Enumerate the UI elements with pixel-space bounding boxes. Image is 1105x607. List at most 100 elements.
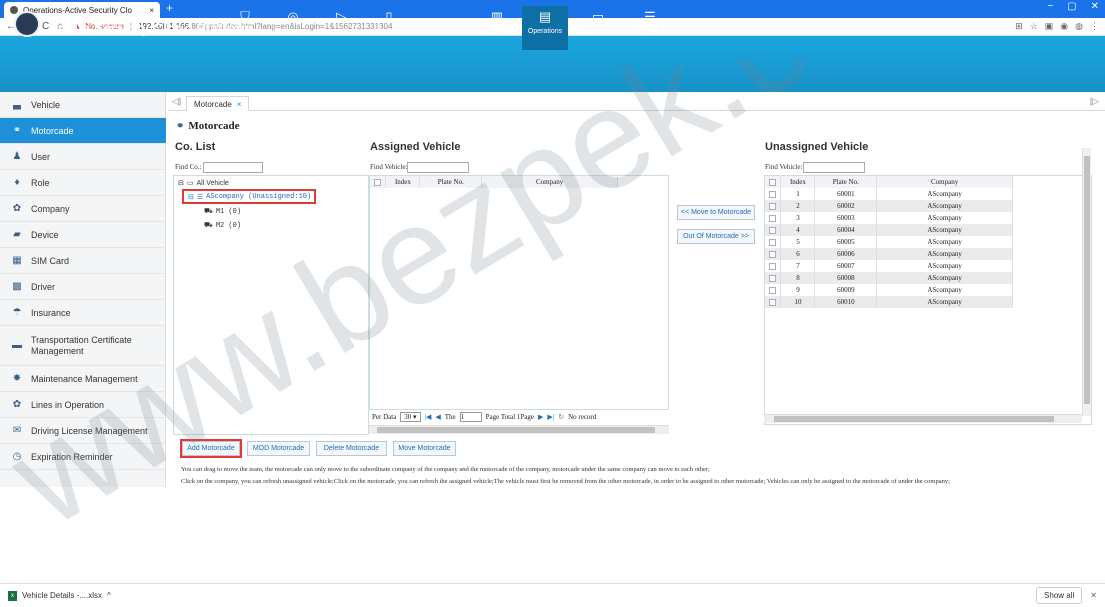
unassigned-vscroll[interactable] [1082,148,1091,416]
row-checkbox[interactable] [769,226,777,234]
row-checkbox[interactable] [769,274,777,282]
table-row[interactable]: 9 60009 AScompany [765,284,1013,296]
row-checkbox[interactable] [769,214,777,222]
nav-rules[interactable]: ▭ Rules [575,6,621,50]
chevron-up-icon[interactable]: ^ [107,591,111,600]
per-page-select[interactable]: 30 ▾ [400,412,421,422]
chrome-extension-icon[interactable]: ◉ [1060,21,1068,32]
close-icon[interactable]: × [237,100,242,109]
table-row[interactable]: 1 60001 AScompany [765,188,1013,200]
cell-index: 8 [780,272,816,284]
close-tab-icon[interactable]: × [149,6,154,15]
assigned-find-label: Find Vehicle: [370,163,408,171]
cell-plate: 60007 [814,260,878,272]
cell-company: AScompany [876,200,1013,212]
table-row[interactable]: 4 60004 AScompany [765,224,1013,236]
assigned-hscroll[interactable] [369,425,669,434]
colist-search-input[interactable] [203,162,263,173]
move-to-motorcade-button[interactable]: << Move to Motorcade [677,205,755,220]
table-row[interactable]: 7 60007 AScompany [765,260,1013,272]
tree-motorcade-m1[interactable]: ⛟ M1 (0) [204,207,241,216]
translate-icon[interactable]: ⊞ [1015,21,1023,32]
first-page-icon[interactable]: |◀ [425,413,432,421]
unassigned-table: Index Plate No. Company 1 60001 AScompany 2… [764,175,1092,425]
row-checkbox[interactable] [769,298,777,306]
nav-reports[interactable]: ▥ Reports [474,6,520,50]
refresh-icon[interactable]: ↻ [558,413,564,421]
sidebar-item-insurance[interactable]: ☂ Insurance [0,300,166,326]
table-row[interactable]: 5 60005 AScompany [765,236,1013,248]
last-page-icon[interactable]: ▶| [547,413,554,421]
nav-playback[interactable]: ▯ Playback [366,6,412,50]
delete-motorcade-button[interactable]: Delete Motorcade [316,441,387,456]
cell-index: 2 [780,200,816,212]
nav-safety-board[interactable]: ⛉ Safety Boa... [222,6,268,50]
lines-icon: ✿ [12,399,22,410]
unassigned-search-input[interactable] [803,162,865,173]
page-input[interactable]: 1 [459,412,482,422]
table-row[interactable]: 8 60008 AScompany [765,272,1013,284]
power-icon[interactable]: ⏻ [1083,22,1093,38]
next-page-icon[interactable]: ▶ [538,413,543,421]
table-row[interactable]: 2 60002 AScompany [765,200,1013,212]
help-note-2: Click on the company, you can refresh un… [181,478,950,485]
unassigned-hscroll[interactable] [764,414,1082,423]
cell-plate: 60005 [814,236,878,248]
close-window-icon[interactable]: ✕ [1091,1,1099,12]
out-of-motorcade-button[interactable]: Out Of Motorcade >> [677,229,755,244]
sidebar-item-user[interactable]: ♟ User [0,144,166,170]
nav-real-time[interactable]: ◎ Real-time ... [270,6,316,50]
row-checkbox[interactable] [769,286,777,294]
select-all-checkbox[interactable] [769,178,777,186]
tree-root[interactable]: ⊟ ▭ All Vehicle [178,179,229,188]
mod-motorcade-button[interactable]: MOD Motorcade [247,441,310,456]
assigned-title: Assigned Vehicle [370,141,461,153]
collapse-right-icon[interactable]: |▷ [1090,96,1099,107]
minimize-icon[interactable]: − [1047,1,1053,12]
new-tab-button[interactable]: + [166,1,173,15]
sidebar-item-maintenance[interactable]: ✸ Maintenance Management [0,366,166,392]
collapse-left-icon[interactable]: ◁| [172,96,181,107]
tab-motorcade[interactable]: Motorcade × [186,96,250,111]
sidebar-item-role[interactable]: ♦ Role [0,170,166,196]
row-checkbox[interactable] [769,262,777,270]
sidebar-item-driver[interactable]: ▩ Driver [0,274,166,300]
sidebar-item-device[interactable]: ▰ Device [0,222,166,248]
cell-index: 9 [780,284,816,296]
table-row[interactable]: 10 60010 AScompany [765,296,1013,308]
row-checkbox[interactable] [769,238,777,246]
sidebar-item-driving-license[interactable]: ✉ Driving License Management [0,418,166,444]
device-icon: ▰ [13,229,21,240]
nav-server[interactable]: ☰ Server [627,6,673,50]
colist-find-label: Find Co.: [175,163,202,171]
sidebar-item-transportation-certificate[interactable]: ▬ Transportation Certificate Management [0,326,166,366]
highlight-company [182,189,316,204]
cell-index: 6 [780,248,816,260]
sidebar-item-sim-card[interactable]: ▦ SIM Card [0,248,166,274]
nav-safety-management[interactable]: ▷ Safety Man... [318,6,364,50]
nav-operations[interactable]: ▤ Operations [522,6,568,50]
close-icon[interactable]: ✕ [1090,591,1097,600]
prev-page-icon[interactable]: ◀ [435,413,440,421]
row-checkbox[interactable] [769,250,777,258]
collapse-icon[interactable]: ⊟ [178,179,184,187]
sidebar-item-motorcade[interactable]: ⚭ Motorcade [0,118,166,144]
maintenance-icon: ✸ [12,373,22,384]
table-row[interactable]: 6 60006 AScompany [765,248,1013,260]
sidebar-item-vehicle[interactable]: ▃ Vehicle [0,92,166,118]
row-checkbox[interactable] [769,190,777,198]
unassigned-title: Unassigned Vehicle [765,141,869,153]
maximize-icon[interactable]: ▢ [1067,1,1076,12]
download-item[interactable]: x Vehicle Details -....xlsx ^ [8,590,111,601]
user-menu[interactable]: admin ▾ [1029,27,1061,38]
table-row[interactable]: 3 60003 AScompany [765,212,1013,224]
select-all-checkbox[interactable] [374,178,382,186]
sidebar-item-expiration[interactable]: ◷ Expiration Reminder [0,444,166,470]
show-all-button[interactable]: Show all [1036,587,1083,604]
tree-motorcade-m2[interactable]: ⛟ M2 (0) [204,221,241,230]
sidebar-item-company[interactable]: ✿ Company [0,196,166,222]
sidebar-item-lines[interactable]: ✿ Lines in Operation [0,392,166,418]
assigned-search-input[interactable] [407,162,469,173]
row-checkbox[interactable] [769,202,777,210]
move-motorcade-button[interactable]: Move Motorcade [393,441,456,456]
